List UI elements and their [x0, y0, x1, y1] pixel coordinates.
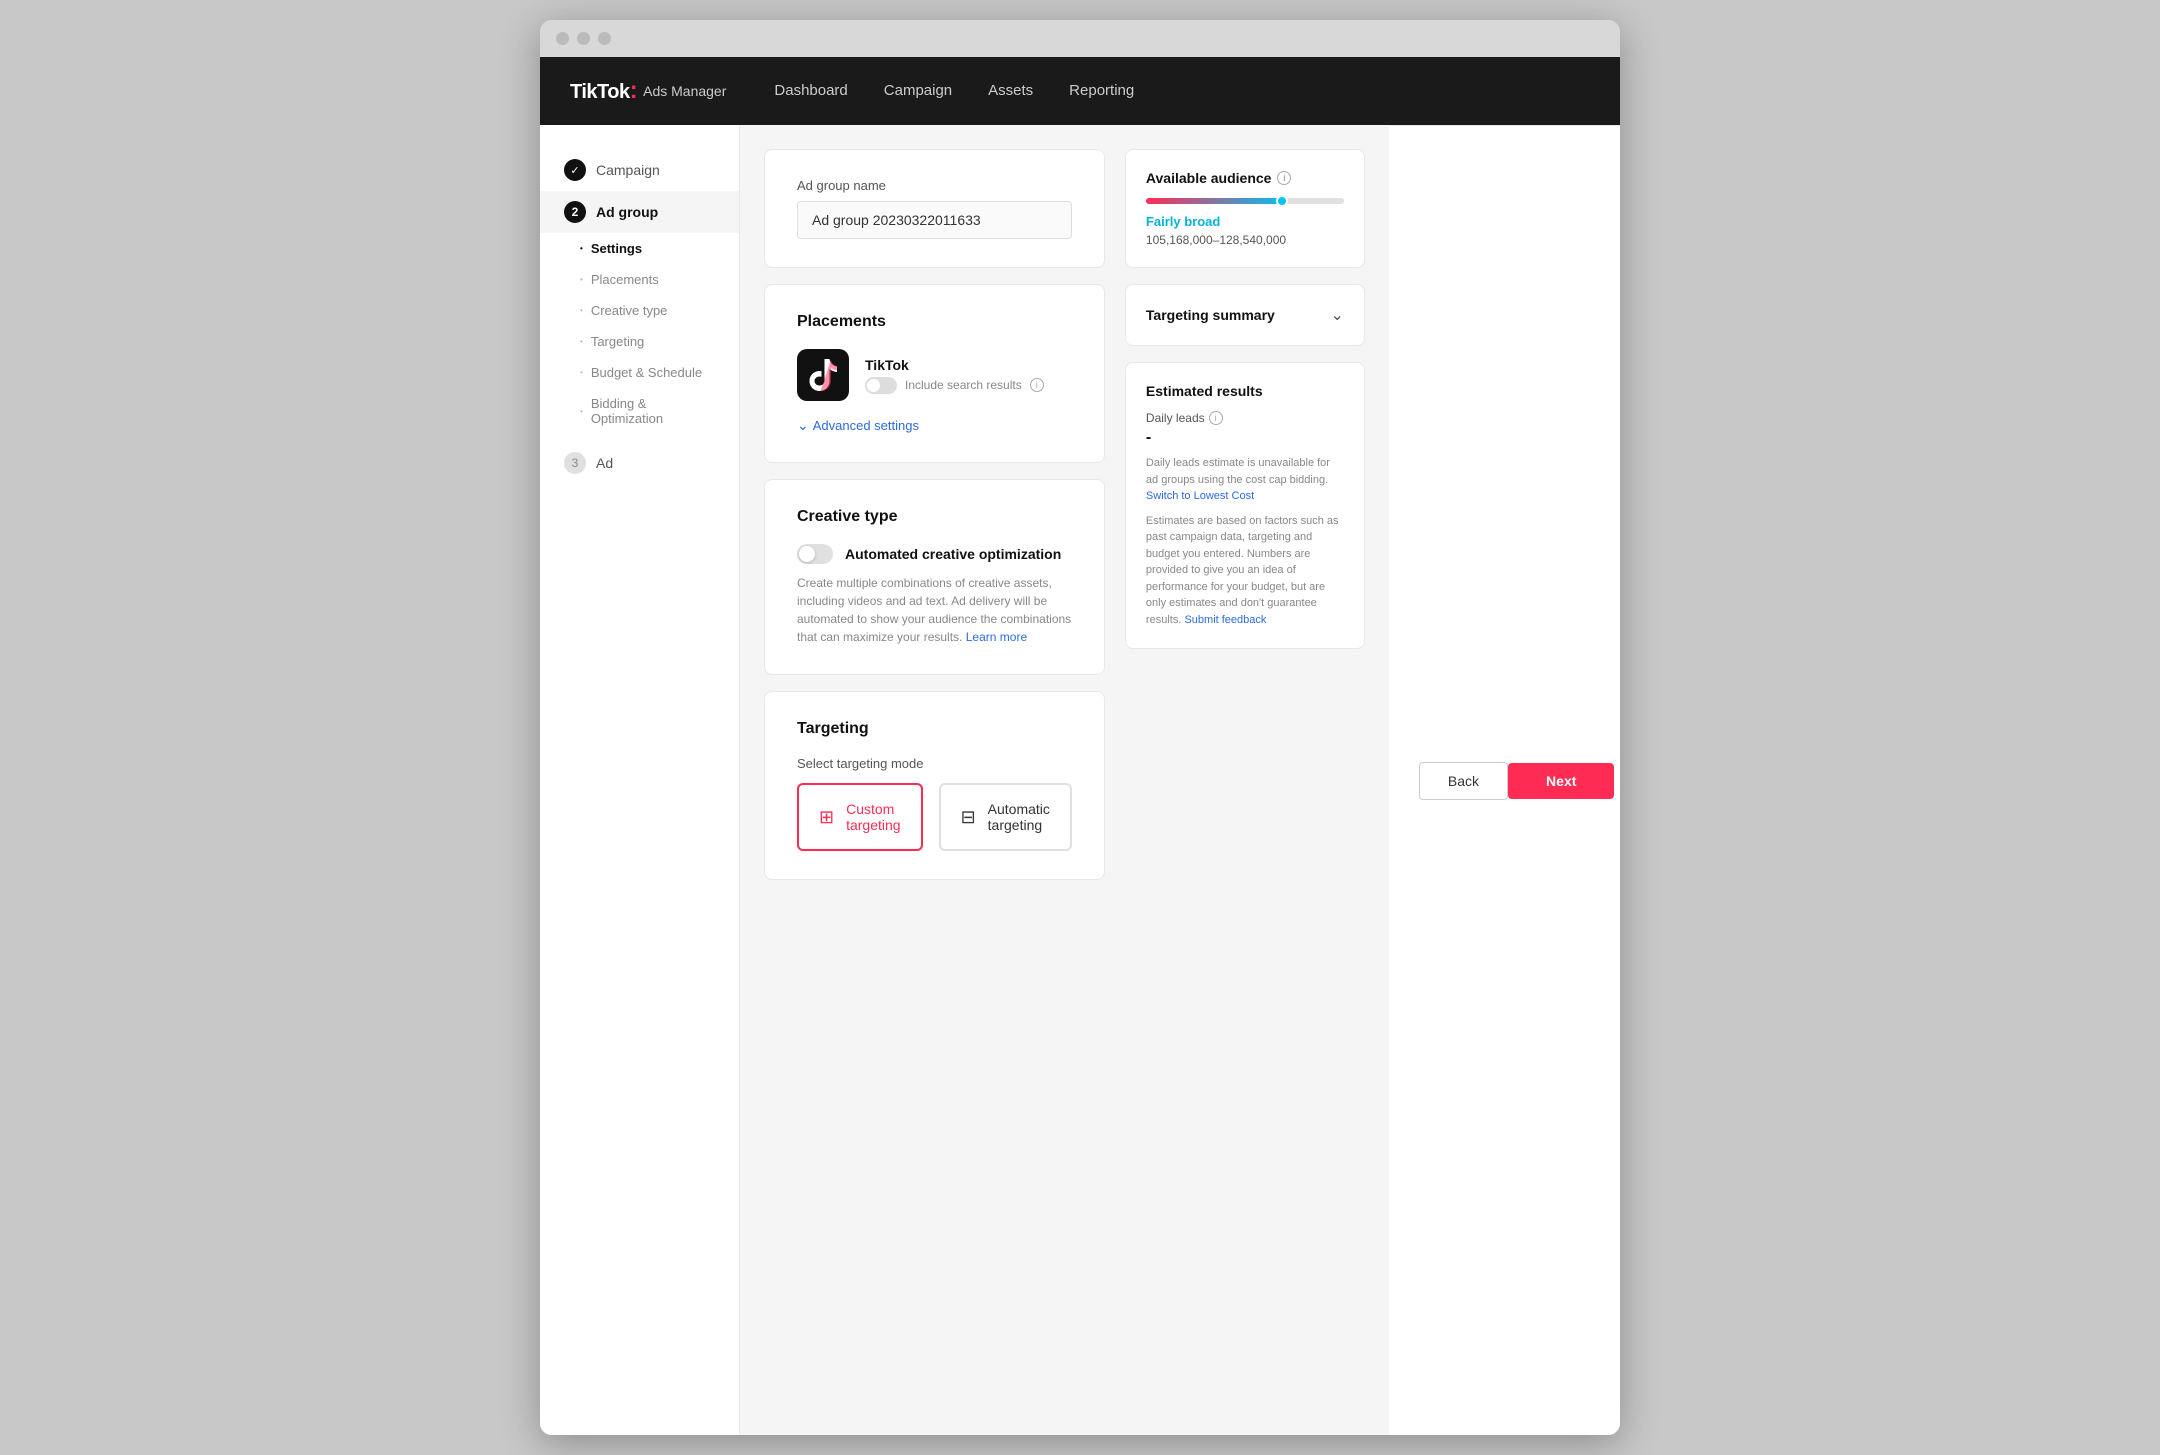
sidebar-sub-creative-type[interactable]: Creative type	[540, 295, 739, 326]
switch-to-lowest-cost-link[interactable]: Switch to Lowest Cost	[1146, 490, 1254, 502]
sidebar-label-campaign: Campaign	[596, 162, 660, 178]
targeting-summary-header: Targeting summary ⌄	[1146, 305, 1344, 325]
step-icon-campaign: ✓	[564, 159, 586, 181]
ad-group-name-label: Ad group name	[797, 178, 1072, 193]
audience-meter-fill	[1146, 198, 1289, 204]
available-audience-card: Available audience i Fairly broad 105,16…	[1125, 149, 1365, 268]
targeting-mode-label: Select targeting mode	[797, 756, 1072, 771]
toggle-row: Include search results i	[865, 377, 1044, 394]
audience-meter	[1146, 198, 1344, 204]
submit-feedback-link[interactable]: Submit feedback	[1184, 614, 1266, 626]
nav-campaign[interactable]: Campaign	[884, 82, 952, 99]
sidebar-label-ad-group: Ad group	[596, 204, 658, 220]
est-results-title: Estimated results	[1146, 383, 1344, 399]
step-icon-ad: 3	[564, 452, 586, 474]
sidebar-sub-placements[interactable]: Placements	[540, 264, 739, 295]
step-icon-ad-group: 2	[564, 201, 586, 223]
daily-leads-label: Daily leads i	[1146, 411, 1344, 425]
include-search-toggle[interactable]	[865, 377, 897, 394]
browser-dot-1	[556, 32, 569, 45]
custom-targeting-label: Custom targeting	[846, 801, 900, 833]
include-search-label: Include search results	[905, 378, 1022, 392]
ad-group-name-card: Ad group name	[764, 149, 1105, 268]
back-button[interactable]: Back	[1419, 762, 1508, 800]
sidebar-sub-budget-schedule[interactable]: Budget & Schedule	[540, 357, 739, 388]
est-note: Daily leads estimate is unavailable for …	[1146, 455, 1344, 505]
sidebar-sub-bidding[interactable]: Bidding & Optimization	[540, 388, 739, 434]
automated-creative-toggle[interactable]	[797, 544, 833, 564]
content-area: Ad group name Placements	[740, 125, 1389, 1435]
sidebar-item-ad[interactable]: 3 Ad	[540, 442, 739, 484]
est-disclaimer: Estimates are based on factors such as p…	[1146, 513, 1344, 629]
audience-meter-dot	[1276, 195, 1288, 207]
logo-red-dot: :	[630, 77, 638, 104]
top-nav: TikTok: Ads Manager Dashboard Campaign A…	[540, 57, 1620, 125]
audience-broad-label: Fairly broad	[1146, 214, 1344, 229]
targeting-summary-chevron-icon[interactable]: ⌄	[1331, 305, 1344, 325]
placement-name: TikTok	[865, 357, 1044, 373]
nav-assets[interactable]: Assets	[988, 82, 1033, 99]
custom-targeting-option[interactable]: ⊞ Custom targeting	[797, 783, 923, 851]
custom-targeting-icon: ⊞	[819, 807, 834, 828]
automated-creative-desc: Create multiple combinations of creative…	[797, 574, 1072, 646]
ad-group-name-input[interactable]	[797, 201, 1072, 239]
targeting-options: ⊞ Custom targeting ⊟ Automatic targeting	[797, 783, 1072, 851]
browser-dot-3	[598, 32, 611, 45]
automatic-targeting-label: Automatic targeting	[988, 801, 1050, 833]
sidebar: ✓ Campaign 2 Ad group Settings Placement…	[540, 125, 740, 1435]
daily-leads-value: -	[1146, 429, 1344, 447]
sidebar-label-ad: Ad	[596, 455, 613, 471]
sidebar-sub-settings[interactable]: Settings	[540, 233, 739, 264]
next-button[interactable]: Next	[1508, 763, 1614, 799]
creative-type-title: Creative type	[797, 508, 1072, 526]
browser-dot-2	[577, 32, 590, 45]
targeting-card: Targeting Select targeting mode ⊞ Custom…	[764, 691, 1105, 880]
nav-reporting[interactable]: Reporting	[1069, 82, 1134, 99]
browser-chrome	[540, 20, 1620, 57]
placement-row: TikTok Include search results i	[797, 349, 1072, 401]
ads-manager-label: Ads Manager	[643, 83, 726, 99]
creative-type-card: Creative type Automated creative optimiz…	[764, 479, 1105, 675]
include-search-info-icon[interactable]: i	[1030, 378, 1044, 392]
placements-title: Placements	[797, 313, 1072, 331]
audience-info-icon[interactable]: i	[1277, 171, 1291, 185]
targeting-title: Targeting	[797, 720, 1072, 738]
placement-info: TikTok Include search results i	[865, 357, 1044, 394]
estimated-results-card: Estimated results Daily leads i - Daily …	[1125, 362, 1365, 649]
nav-items: Dashboard Campaign Assets Reporting	[774, 82, 1134, 100]
main-layout: ✓ Campaign 2 Ad group Settings Placement…	[540, 125, 1620, 1435]
automated-creative-label: Automated creative optimization	[845, 546, 1061, 562]
browser-window: TikTok: Ads Manager Dashboard Campaign A…	[540, 20, 1620, 1435]
automatic-targeting-icon: ⊟	[961, 807, 976, 828]
bottom-bar: Back Next	[1389, 125, 1620, 1435]
targeting-summary-title: Targeting summary	[1146, 307, 1275, 323]
learn-more-link[interactable]: Learn more	[966, 630, 1027, 644]
chevron-down-icon: ⌄	[797, 417, 809, 434]
sidebar-item-campaign[interactable]: ✓ Campaign	[540, 149, 739, 191]
audience-range: 105,168,000–128,540,000	[1146, 233, 1344, 247]
placements-card: Placements TikTok	[764, 284, 1105, 463]
sidebar-sub-targeting[interactable]: Targeting	[540, 326, 739, 357]
daily-leads-info-icon[interactable]: i	[1209, 411, 1223, 425]
main-content: Ad group name Placements	[764, 149, 1105, 1411]
creative-type-toggle-row: Automated creative optimization	[797, 544, 1072, 564]
tiktok-logo: TikTok:	[570, 77, 637, 105]
nav-dashboard[interactable]: Dashboard	[774, 82, 847, 99]
targeting-summary-card: Targeting summary ⌄	[1125, 284, 1365, 346]
automatic-targeting-option[interactable]: ⊟ Automatic targeting	[939, 783, 1072, 851]
tiktok-svg-icon	[809, 359, 837, 391]
right-panel: Available audience i Fairly broad 105,16…	[1125, 149, 1365, 1411]
tiktok-platform-icon	[797, 349, 849, 401]
sidebar-item-ad-group[interactable]: 2 Ad group	[540, 191, 739, 233]
advanced-settings-link[interactable]: ⌄ Advanced settings	[797, 417, 1072, 434]
logo-area: TikTok: Ads Manager	[570, 77, 726, 105]
audience-title: Available audience i	[1146, 170, 1344, 186]
